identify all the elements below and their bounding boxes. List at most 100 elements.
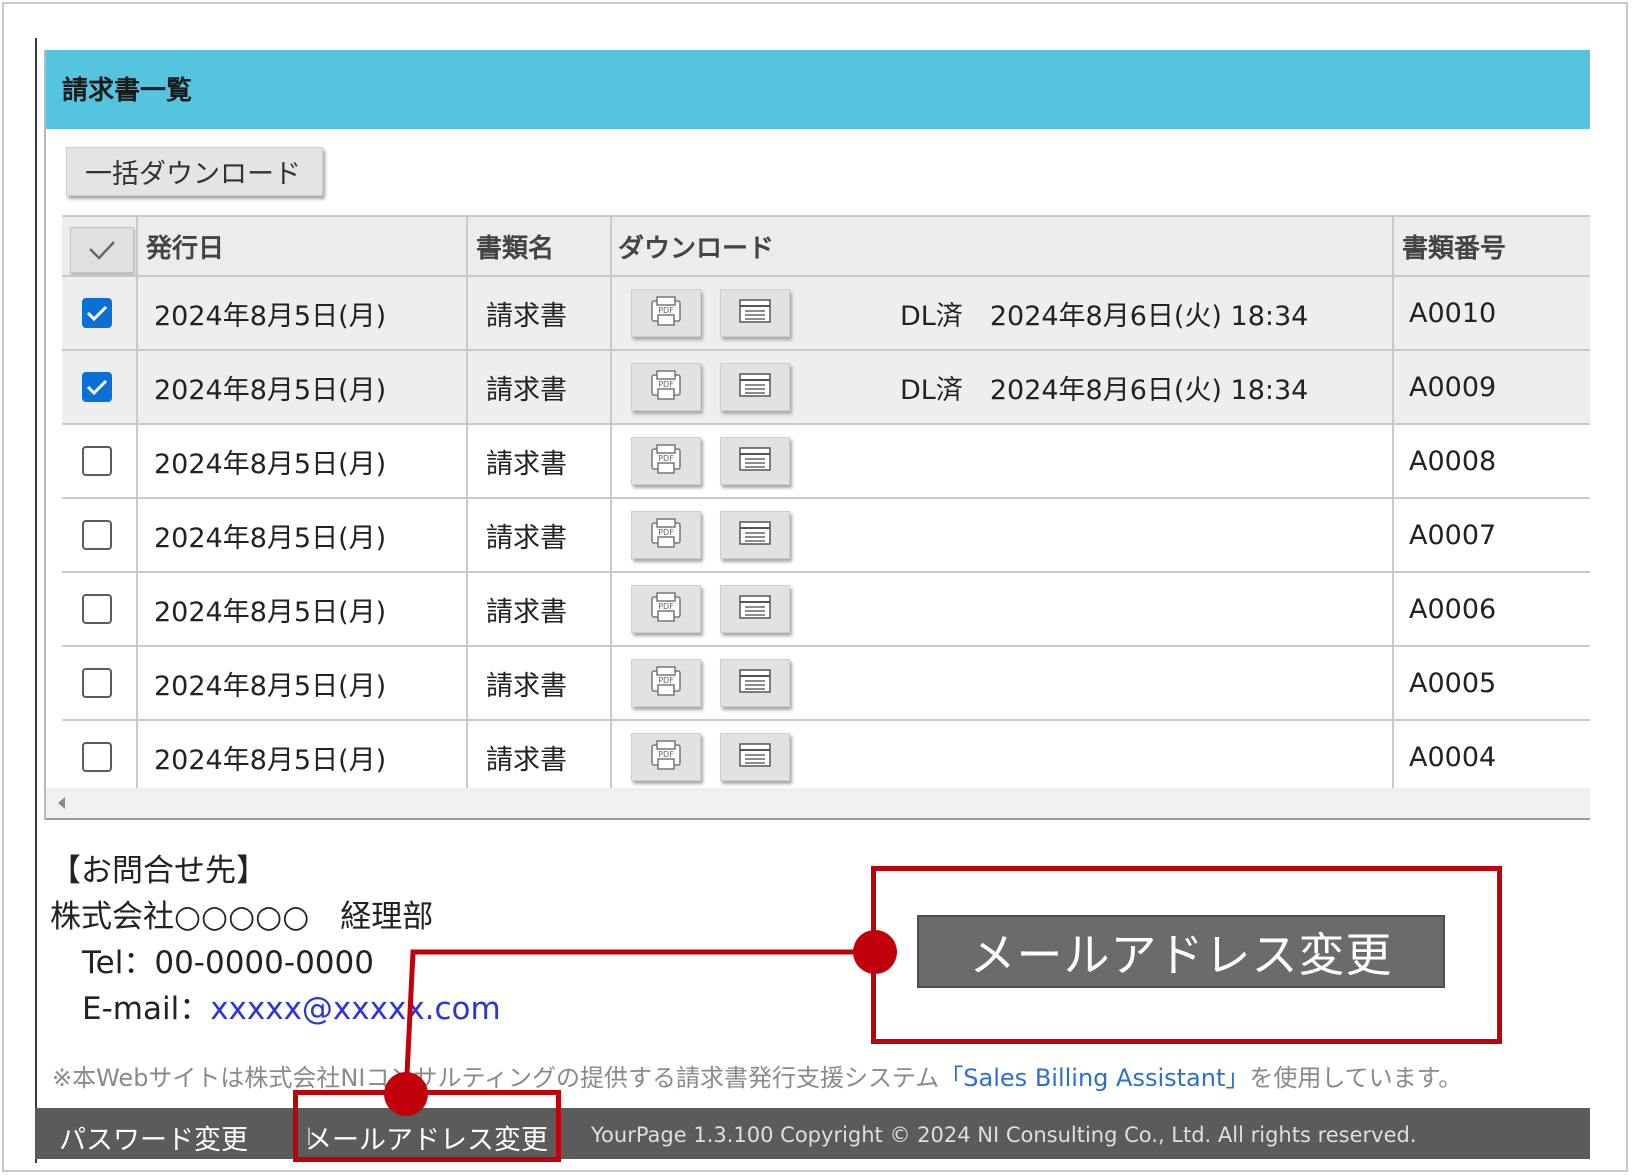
row-checkbox-cell: [82, 277, 112, 349]
svg-text:PDF: PDF: [658, 454, 674, 463]
row-checkbox[interactable]: [82, 594, 112, 624]
pdf-download-button[interactable]: PDF: [631, 585, 701, 633]
issue-date: 2024年8月5日(月): [154, 448, 387, 480]
product-name-link[interactable]: 「Sales Billing Assistant」: [939, 1064, 1249, 1092]
pdf-icon: PDF: [649, 665, 683, 701]
pdf-icon: PDF: [649, 369, 683, 405]
pdf-download-button[interactable]: PDF: [631, 733, 701, 781]
svg-text:PDF: PDF: [658, 750, 674, 759]
table-row: 2024年8月5日(月) 請求書 PDF DL済 2024年8月6日(火) 18:34…: [62, 277, 1590, 351]
column-divider: [1392, 217, 1394, 788]
list-icon: [738, 372, 772, 402]
password-change-link[interactable]: パスワード変更: [59, 1118, 248, 1157]
svg-text:PDF: PDF: [658, 306, 674, 315]
pdf-download-button[interactable]: PDF: [631, 511, 701, 559]
row-checkbox[interactable]: [82, 742, 112, 772]
svg-text:PDF: PDF: [658, 602, 674, 611]
panel-header: 請求書一覧: [46, 50, 1590, 129]
issue-date: 2024年8月5日(月): [154, 744, 387, 776]
list-icon: [738, 446, 772, 476]
list-icon: [738, 668, 772, 698]
doc-number: A0006: [1409, 593, 1497, 625]
disclaimer: ※本Webサイトは株式会社NIコンサルティングの提供する請求書発行支援システム「…: [52, 1058, 1462, 1093]
footer-link-highlight-box: [293, 1090, 561, 1162]
check-icon: [86, 372, 108, 403]
download-status: DL済 2024年8月6日(火) 18:34: [900, 300, 1309, 332]
detail-download-button[interactable]: [720, 511, 790, 559]
column-divider: [466, 217, 468, 788]
pdf-icon: PDF: [649, 443, 683, 479]
doc-number: A0008: [1409, 445, 1497, 477]
scroll-left-arrow-icon[interactable]: [58, 797, 65, 809]
detail-download-button[interactable]: [720, 363, 790, 411]
horizontal-scrollbar[interactable]: [46, 788, 1590, 820]
contact-heading: 【お問合せ先】: [50, 853, 267, 889]
table-row: 2024年8月5日(月) 請求書 PDF A0004: [62, 721, 1590, 788]
doc-number: A0009: [1409, 371, 1497, 403]
issue-date: 2024年8月5日(月): [154, 670, 387, 702]
row-checkbox[interactable]: [82, 520, 112, 550]
doc-number: A0004: [1409, 741, 1497, 773]
pdf-download-button[interactable]: PDF: [631, 659, 701, 707]
page-left-rule: [35, 38, 37, 1163]
pdf-icon: PDF: [649, 591, 683, 627]
detail-download-button[interactable]: [720, 733, 790, 781]
row-checkbox-cell: [82, 721, 112, 788]
list-icon: [738, 742, 772, 772]
list-icon: [738, 520, 772, 550]
detail-download-button[interactable]: [720, 659, 790, 707]
table-row: 2024年8月5日(月) 請求書 PDF A0005: [62, 647, 1590, 721]
pdf-icon: PDF: [649, 739, 683, 775]
pdf-download-button[interactable]: PDF: [631, 289, 701, 337]
contact-email-link[interactable]: xxxxx@xxxxx.com: [210, 991, 501, 1027]
email-change-button-zoomed[interactable]: メールアドレス変更: [917, 915, 1445, 988]
disclaimer-prefix: ※本Webサイトは株式会社NIコンサルティングの提供する請求書発行支援システム: [52, 1064, 940, 1092]
contact-company: 株式会社○○○○○ 経理部: [50, 899, 434, 935]
detail-download-button[interactable]: [720, 585, 790, 633]
column-header-download: ダウンロード: [618, 233, 775, 264]
list-icon: [738, 594, 772, 624]
pdf-download-button[interactable]: PDF: [631, 363, 701, 411]
pdf-download-button[interactable]: PDF: [631, 437, 701, 485]
issue-date: 2024年8月5日(月): [154, 374, 387, 406]
row-checkbox[interactable]: [82, 668, 112, 698]
table-row: 2024年8月5日(月) 請求書 PDF DL済 2024年8月6日(火) 18:34…: [62, 351, 1590, 425]
column-divider: [136, 217, 138, 788]
column-header-issue-date[interactable]: 発行日: [146, 217, 224, 275]
row-checkbox-cell: [82, 647, 112, 719]
footer-bar: パスワード変更 | メールアドレス変更 YourPage 1.3.100 Cop…: [35, 1108, 1590, 1159]
doc-name: 請求書: [486, 596, 567, 628]
bulk-download-button[interactable]: 一括ダウンロード: [66, 147, 323, 196]
issue-date: 2024年8月5日(月): [154, 522, 387, 554]
copyright: YourPage 1.3.100 Copyright © 2024 NI Con…: [591, 1123, 1417, 1147]
doc-name: 請求書: [486, 300, 567, 332]
row-checkbox[interactable]: [82, 372, 112, 402]
doc-number: A0007: [1409, 519, 1497, 551]
row-checkbox-cell: [82, 351, 112, 423]
detail-download-button[interactable]: [720, 289, 790, 337]
contact-email-line: E-mail：xxxxx@xxxxx.com: [82, 983, 501, 1028]
issue-date: 2024年8月5日(月): [154, 596, 387, 628]
column-header-doc-name[interactable]: 書類名: [476, 217, 554, 275]
pdf-icon: PDF: [649, 295, 683, 331]
issue-date: 2024年8月5日(月): [154, 300, 387, 332]
column-header-doc-number[interactable]: 書類番号: [1402, 217, 1506, 275]
svg-text:PDF: PDF: [658, 676, 674, 685]
detail-download-button[interactable]: [720, 437, 790, 485]
column-divider: [610, 217, 612, 788]
select-all-toggle[interactable]: [70, 227, 134, 273]
table-row: 2024年8月5日(月) 請求書 PDF A0006: [62, 573, 1590, 647]
check-icon: [86, 298, 108, 329]
doc-name: 請求書: [486, 522, 567, 554]
row-checkbox[interactable]: [82, 446, 112, 476]
doc-name: 請求書: [486, 448, 567, 480]
doc-number: A0005: [1409, 667, 1497, 699]
disclaimer-suffix: を使用しています。: [1249, 1064, 1463, 1092]
row-checkbox-cell: [82, 425, 112, 497]
svg-text:PDF: PDF: [658, 380, 674, 389]
row-checkbox[interactable]: [82, 298, 112, 328]
table-header-row: 発行日 書類名 ダウンロード 書類番号: [62, 217, 1590, 277]
table-row: 2024年8月5日(月) 請求書 PDF A0007: [62, 499, 1590, 573]
panel-border: [44, 50, 46, 820]
check-icon: [89, 241, 115, 260]
